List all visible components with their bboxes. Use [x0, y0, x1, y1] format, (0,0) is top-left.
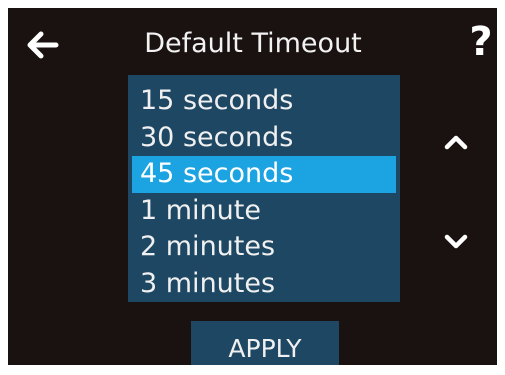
back-button[interactable] — [22, 28, 62, 62]
chevron-down-icon — [444, 234, 468, 249]
chevron-up-icon — [444, 135, 468, 150]
arrow-left-icon — [27, 31, 59, 59]
list-item[interactable]: 30 seconds — [132, 120, 396, 157]
timeout-list[interactable]: 15 seconds 30 seconds 45 seconds 1 minut… — [128, 75, 400, 302]
timeout-settings-screen: Default Timeout ? 15 seconds 30 seconds … — [8, 8, 497, 365]
list-item[interactable]: 3 minutes — [132, 266, 396, 303]
apply-button[interactable]: APPLY — [191, 321, 339, 365]
scroll-up-button[interactable] — [440, 128, 472, 156]
list-item-selected[interactable]: 45 seconds — [132, 156, 396, 193]
list-item[interactable]: 15 seconds — [132, 83, 396, 120]
page-title: Default Timeout — [144, 28, 362, 59]
list-item[interactable]: 2 minutes — [132, 229, 396, 266]
scroll-down-button[interactable] — [440, 228, 472, 256]
help-button[interactable]: ? — [463, 18, 497, 66]
list-item[interactable]: 1 minute — [132, 193, 396, 230]
